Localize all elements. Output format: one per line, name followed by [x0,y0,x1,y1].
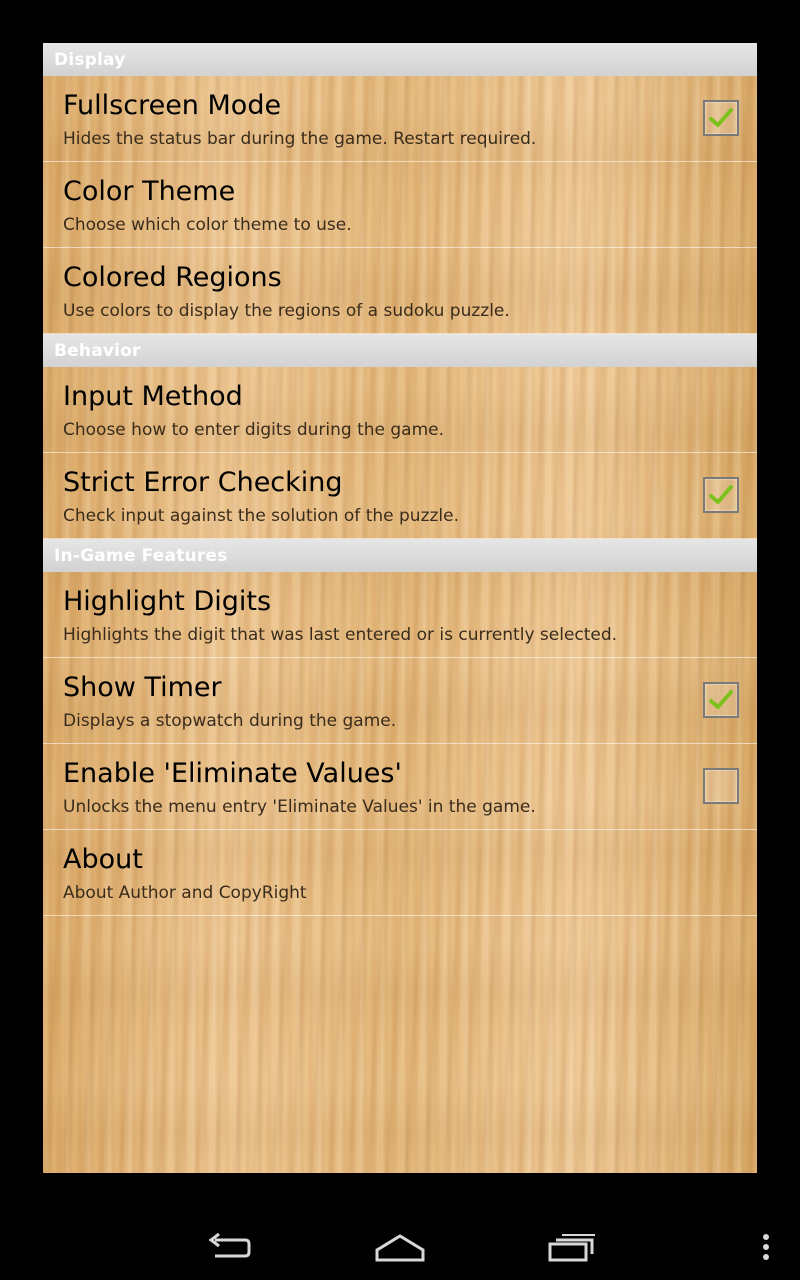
check-mark-icon [709,690,733,709]
pref-title: Enable 'Eliminate Values' [63,758,402,789]
pref-item-about[interactable]: About About Author and CopyRight [43,830,757,916]
pref-item-enable-eliminate-values[interactable]: Enable 'Eliminate Values' Unlocks the men… [43,744,757,830]
check-mark-icon [709,485,733,504]
section-header-display: Display [43,43,757,76]
pref-summary: About Author and CopyRight [63,883,307,903]
pref-title: Show Timer [63,672,222,703]
pref-summary: Unlocks the menu entry 'Eliminate Values… [63,797,536,817]
menu-overflow-icon [763,1234,769,1260]
pref-item-highlight-digits[interactable]: Highlight Digits Highlights the digit tha… [43,572,757,658]
pref-title: About [63,844,143,875]
pref-item-strict-error-checking[interactable]: Strict Error Checking Check input against… [43,453,757,539]
back-icon [208,1232,251,1258]
checkbox-checked[interactable] [703,477,739,513]
pref-summary: Hides the status bar during the game. Re… [63,129,537,149]
pref-summary: Choose which color theme to use. [63,215,352,235]
recent-apps-icon [548,1234,595,1262]
pref-summary: Use colors to display the regions of a s… [63,301,510,321]
section-header-behavior: Behavior [43,334,757,367]
settings-list: Display Fullscreen Mode Hides the status b… [43,43,757,1173]
pref-title: Strict Error Checking [63,467,343,498]
pref-title: Input Method [63,381,243,412]
check-mark-icon [709,108,733,127]
pref-title: Color Theme [63,176,236,207]
menu-overflow-button[interactable] [756,1230,776,1264]
pref-item-fullscreen-mode[interactable]: Fullscreen Mode Hides the status bar duri… [43,76,757,162]
back-button[interactable] [205,1230,255,1264]
navigation-bar [0,1210,800,1280]
home-icon [375,1234,425,1262]
section-header-in-game-features: In-Game Features [43,539,757,572]
pref-summary: Displays a stopwatch during the game. [63,711,397,731]
pref-title: Colored Regions [63,262,282,293]
pref-summary: Highlights the digit that was last enter… [63,625,618,645]
pref-item-color-theme[interactable]: Color Theme Choose which color theme to u… [43,162,757,248]
home-button[interactable] [373,1230,427,1264]
checkbox-unchecked[interactable] [703,768,739,804]
checkbox-checked[interactable] [703,682,739,718]
pref-title: Highlight Digits [63,586,272,617]
screen: Display Fullscreen Mode Hides the status b… [0,0,800,1280]
pref-summary: Check input against the solution of the … [63,506,459,526]
pref-item-input-method[interactable]: Input Method Choose how to enter digits d… [43,367,757,453]
recent-apps-button[interactable] [547,1230,597,1264]
pref-title: Fullscreen Mode [63,90,282,121]
pref-item-colored-regions[interactable]: Colored Regions Use colors to display the… [43,248,757,334]
checkbox-checked[interactable] [703,100,739,136]
pref-item-show-timer[interactable]: Show Timer Displays a stopwatch during th… [43,658,757,744]
pref-summary: Choose how to enter digits during the ga… [63,420,445,440]
